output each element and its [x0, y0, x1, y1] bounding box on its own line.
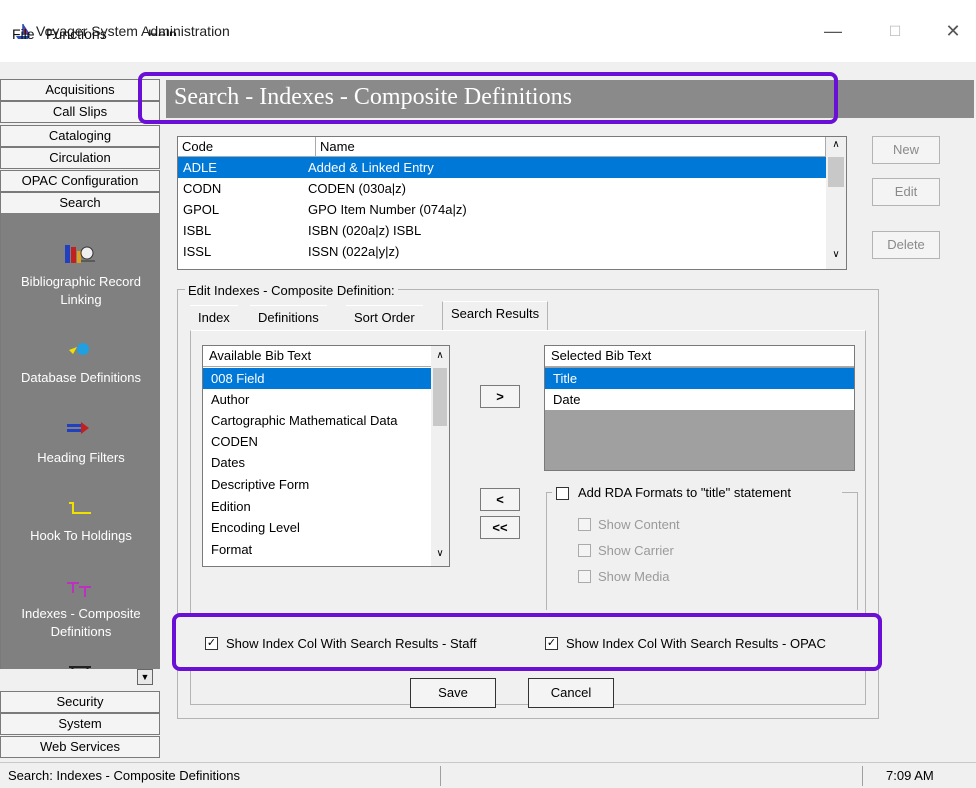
- show-carrier-checkbox[interactable]: [578, 544, 591, 557]
- rda-group: [546, 492, 858, 610]
- database-icon: [69, 343, 89, 355]
- status-time: 7:09 AM: [886, 768, 934, 783]
- tab-definitions[interactable]: Definitions: [250, 305, 327, 331]
- bib-link-icon: [65, 245, 95, 263]
- group-label: Edit Indexes - Composite Definition:: [185, 283, 398, 298]
- scroll-thumb[interactable]: [433, 368, 447, 426]
- status-text: Search: Indexes - Composite Definitions: [8, 768, 240, 783]
- delete-button[interactable]: Delete: [872, 231, 940, 259]
- scroll-up-icon[interactable]: ∧: [431, 350, 449, 361]
- available-header: Available Bib Text: [203, 346, 431, 367]
- table-row[interactable]: ISBL ISBN (020a|z) ISBL: [178, 220, 826, 241]
- selected-list[interactable]: Selected Bib Text Title Date: [544, 345, 855, 471]
- list-item[interactable]: Cartographic Mathematical Data: [203, 410, 431, 431]
- row-code: ISBL: [183, 223, 212, 238]
- row-code: CODN: [183, 181, 222, 196]
- tab-index[interactable]: Index: [190, 305, 238, 331]
- show-index-staff-label: Show Index Col With Search Results - Sta…: [226, 636, 477, 651]
- cancel-button[interactable]: Cancel: [528, 678, 614, 708]
- nav-scroll-down-button[interactable]: ▼: [137, 669, 153, 685]
- list-item[interactable]: CODEN: [203, 431, 431, 452]
- menu-functions[interactable]: Functions: [46, 26, 107, 42]
- title-highlight: [138, 72, 838, 124]
- nav-cataloging[interactable]: Cataloging: [0, 125, 160, 147]
- row-name: CODEN (030a|z): [308, 181, 407, 196]
- show-content-checkbox[interactable]: [578, 518, 591, 531]
- row-code: ADLE: [183, 160, 217, 175]
- tab-sort-order[interactable]: Sort Order: [346, 305, 423, 331]
- nav-system[interactable]: System: [0, 713, 160, 735]
- nav-item-indexes-composite[interactable]: Indexes - Composite Definitions: [1, 605, 160, 641]
- list-item[interactable]: Format: [203, 539, 431, 560]
- row-name: ISBN (020a|z) ISBL: [308, 223, 422, 238]
- row-code: GPOL: [183, 202, 220, 217]
- list-item[interactable]: Descriptive Form: [203, 474, 431, 495]
- remove-button[interactable]: <: [480, 488, 520, 511]
- list-item[interactable]: 008 Field: [203, 368, 431, 389]
- table-scrollbar[interactable]: ∧ ∨: [826, 137, 846, 269]
- rda-label: Add RDA Formats to "title" statement: [578, 485, 791, 500]
- scroll-down-icon[interactable]: ∨: [826, 249, 846, 260]
- table-row[interactable]: ADLE Added & Linked Entry: [178, 157, 826, 178]
- nav-item-heading-filters[interactable]: Heading Filters: [1, 449, 160, 467]
- row-name: ISSN (022a|y|z): [308, 244, 400, 259]
- status-divider: [440, 766, 441, 786]
- list-item[interactable]: Author: [203, 389, 431, 410]
- show-media-checkbox[interactable]: [578, 570, 591, 583]
- list-item[interactable]: Title: [545, 368, 854, 389]
- nav-opac-configuration[interactable]: OPAC Configuration: [0, 170, 160, 192]
- maximize-button[interactable]: ☐: [872, 14, 918, 48]
- nav-item-bib-record-linking[interactable]: Bibliographic Record Linking: [1, 273, 160, 309]
- remove-all-button[interactable]: <<: [480, 516, 520, 539]
- column-header-name[interactable]: Name: [316, 137, 826, 157]
- scales-icon: [69, 666, 91, 669]
- status-divider: [862, 766, 863, 786]
- save-button[interactable]: Save: [410, 678, 496, 708]
- close-button[interactable]: ✕: [930, 14, 976, 48]
- rda-checkbox[interactable]: [556, 487, 569, 500]
- nav-search[interactable]: Search: [0, 192, 160, 214]
- add-button[interactable]: >: [480, 385, 520, 408]
- menu-file[interactable]: File: [12, 26, 35, 42]
- indexes-icon: [67, 582, 91, 597]
- nav-item-database-definitions[interactable]: Database Definitions: [1, 369, 160, 387]
- nav-call-slips[interactable]: Call Slips: [0, 101, 160, 123]
- nav-item-hook-to-holdings[interactable]: Hook To Holdings: [1, 527, 160, 545]
- show-index-staff-checkbox[interactable]: ✓: [205, 637, 218, 650]
- available-list[interactable]: Available Bib Text 008 Field Author Cart…: [202, 345, 450, 567]
- nav-web-services[interactable]: Web Services: [0, 736, 160, 758]
- available-scrollbar[interactable]: ∧ ∨: [431, 346, 449, 566]
- menu-help[interactable]: Help: [148, 26, 177, 36]
- minimize-button[interactable]: —: [810, 14, 856, 48]
- table-row[interactable]: CODN CODEN (030a|z): [178, 178, 826, 199]
- scroll-thumb[interactable]: [828, 157, 844, 187]
- selected-header: Selected Bib Text: [545, 346, 854, 367]
- row-name: GPO Item Number (074a|z): [308, 202, 467, 217]
- list-item[interactable]: Date: [545, 389, 854, 410]
- show-index-opac-checkbox[interactable]: ✓: [545, 637, 558, 650]
- list-item[interactable]: Edition: [203, 496, 431, 517]
- column-header-code[interactable]: Code: [178, 137, 316, 157]
- show-media-label: Show Media: [598, 569, 670, 584]
- filter-icon: [67, 422, 89, 434]
- nav-acquisitions[interactable]: Acquisitions: [0, 79, 160, 101]
- show-index-opac-label: Show Index Col With Search Results - OPA…: [566, 636, 826, 651]
- nav-security[interactable]: Security: [0, 691, 160, 713]
- new-button[interactable]: New: [872, 136, 940, 164]
- scroll-down-icon[interactable]: ∨: [431, 548, 449, 559]
- list-item[interactable]: Dates: [203, 452, 431, 473]
- table-row[interactable]: GPOL GPO Item Number (074a|z): [178, 199, 826, 220]
- hook-icon: [69, 502, 91, 514]
- list-item[interactable]: Encoding Level: [203, 517, 431, 538]
- table-row[interactable]: ISSL ISSN (022a|y|z): [178, 241, 826, 262]
- nav-circulation[interactable]: Circulation: [0, 147, 160, 169]
- show-content-label: Show Content: [598, 517, 680, 532]
- scroll-up-icon[interactable]: ∧: [826, 139, 846, 150]
- search-nav-panel: Bibliographic Record Linking Database De…: [0, 213, 160, 669]
- row-code: ISSL: [183, 244, 212, 259]
- row-name: Added & Linked Entry: [308, 160, 434, 175]
- edit-button[interactable]: Edit: [872, 178, 940, 206]
- show-carrier-label: Show Carrier: [598, 543, 674, 558]
- tab-search-results[interactable]: Search Results: [442, 301, 549, 331]
